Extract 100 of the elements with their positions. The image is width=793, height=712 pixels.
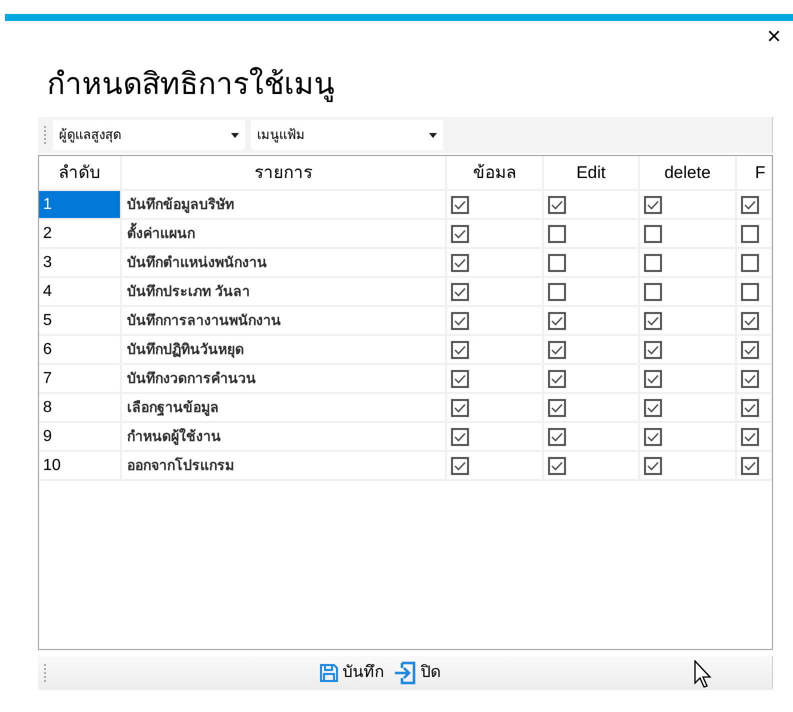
- checkmark-icon: [454, 460, 466, 470]
- checkmark-icon: [454, 344, 466, 354]
- checkbox[interactable]: [741, 398, 759, 416]
- checkbox[interactable]: [741, 456, 759, 474]
- checkmark-icon: [744, 460, 756, 470]
- checkmark-icon: [551, 200, 563, 210]
- column-header[interactable]: F: [736, 156, 772, 190]
- row-number-cell: 6: [39, 335, 121, 364]
- column-header[interactable]: delete: [639, 156, 736, 190]
- checkbox[interactable]: [548, 196, 566, 214]
- checkmark-icon: [551, 344, 563, 354]
- checkbox[interactable]: [741, 254, 759, 272]
- checkbox[interactable]: [741, 196, 759, 214]
- table-cell: บันทึกงวดการคำนวน: [121, 364, 446, 393]
- checkmark-icon: [744, 374, 756, 384]
- checkmark-icon: [647, 316, 659, 326]
- table-cell: ออกจากโปรแกรม: [121, 451, 446, 480]
- checkbox[interactable]: [644, 312, 662, 330]
- checkmark-icon: [454, 402, 466, 412]
- checkmark-icon: [647, 460, 659, 470]
- grip-icon: [44, 125, 47, 145]
- checkmark-icon: [551, 402, 563, 412]
- checkbox[interactable]: [644, 282, 662, 300]
- checkbox[interactable]: [451, 282, 469, 300]
- table-cell: บันทึกตำแหน่งพนักงาน: [121, 248, 446, 277]
- checkbox[interactable]: [451, 456, 469, 474]
- window-title: กำหนดสิทธิการใช้เมนู: [47, 67, 336, 103]
- column-header[interactable]: รายการ: [121, 156, 446, 190]
- checkbox[interactable]: [644, 340, 662, 358]
- grip-icon: [44, 663, 47, 683]
- checkbox[interactable]: [548, 312, 566, 330]
- row-number-cell: 3: [39, 248, 121, 277]
- checkbox[interactable]: [451, 398, 469, 416]
- checkbox[interactable]: [548, 370, 566, 388]
- row-number-cell: 8: [39, 393, 121, 422]
- column-header[interactable]: Edit: [543, 156, 639, 190]
- checkbox[interactable]: [548, 398, 566, 416]
- checkbox[interactable]: [741, 312, 759, 330]
- checkbox[interactable]: [741, 428, 759, 446]
- checkbox[interactable]: [548, 456, 566, 474]
- checkbox[interactable]: [741, 282, 759, 300]
- checkmark-icon: [647, 200, 659, 210]
- save-button[interactable]: บันทึก: [318, 661, 384, 685]
- checkmark-icon: [551, 460, 563, 470]
- checkbox[interactable]: [548, 282, 566, 300]
- dropdown[interactable]: เมนูแฟ้ม: [251, 120, 443, 150]
- checkbox[interactable]: [741, 224, 759, 242]
- checkmark-icon: [744, 432, 756, 442]
- checkbox[interactable]: [451, 312, 469, 330]
- row-number-cell: 2: [39, 219, 121, 248]
- checkmark-icon: [454, 316, 466, 326]
- checkmark-icon: [551, 374, 563, 384]
- checkmark-icon: [647, 374, 659, 384]
- table-cell: บันทึกประเภท วันลา: [121, 277, 446, 306]
- table-cell: บันทึกปฏิทินวันหยุด: [121, 335, 446, 364]
- checkmark-icon: [744, 316, 756, 326]
- table-cell: บันทึกข้อมูลบริษัท: [121, 190, 446, 219]
- checkbox[interactable]: [644, 224, 662, 242]
- table-cell: ตั้งค่าแผนก: [121, 219, 446, 248]
- mouse-cursor-icon: [694, 660, 714, 688]
- row-number-cell: 5: [39, 306, 121, 335]
- table-cell: เลือกฐานข้อมูล: [121, 393, 446, 422]
- checkbox[interactable]: [548, 224, 566, 242]
- caret-icon: [231, 132, 239, 138]
- checkbox[interactable]: [451, 340, 469, 358]
- checkmark-icon: [744, 344, 756, 354]
- checkbox[interactable]: [548, 428, 566, 446]
- row-number-cell: 4: [39, 277, 121, 306]
- checkmark-icon: [454, 374, 466, 384]
- close-button[interactable]: ×: [766, 25, 781, 49]
- checkbox[interactable]: [644, 254, 662, 272]
- dropdown[interactable]: ผู้ดูแลสูงสุด: [53, 120, 245, 150]
- checkbox[interactable]: [451, 370, 469, 388]
- checkbox[interactable]: [451, 196, 469, 214]
- table-cell: กำหนดผู้ใช้งาน: [121, 422, 446, 451]
- checkbox[interactable]: [451, 428, 469, 446]
- checkmark-icon: [454, 200, 466, 210]
- checkmark-icon: [454, 228, 466, 238]
- column-header[interactable]: ข้อมล: [446, 156, 543, 190]
- row-number-cell: 7: [39, 364, 121, 393]
- checkbox[interactable]: [644, 398, 662, 416]
- close-window-button[interactable]: ปิด: [392, 661, 440, 685]
- checkbox[interactable]: [644, 456, 662, 474]
- checkmark-icon: [454, 432, 466, 442]
- checkbox[interactable]: [548, 340, 566, 358]
- checkmark-icon: [551, 316, 563, 326]
- row-number-cell: 10: [39, 451, 121, 480]
- checkbox[interactable]: [741, 340, 759, 358]
- table-cell: บันทึกการลางานพนักงาน: [121, 306, 446, 335]
- checkbox[interactable]: [644, 370, 662, 388]
- checkbox[interactable]: [644, 428, 662, 446]
- row-number-cell: 1: [39, 190, 121, 219]
- checkbox[interactable]: [451, 224, 469, 242]
- checkmark-icon: [454, 258, 466, 268]
- checkbox[interactable]: [644, 196, 662, 214]
- checkmark-icon: [744, 200, 756, 210]
- checkbox[interactable]: [548, 254, 566, 272]
- checkbox[interactable]: [451, 254, 469, 272]
- row-number-cell: 9: [39, 422, 121, 451]
- checkbox[interactable]: [741, 370, 759, 388]
